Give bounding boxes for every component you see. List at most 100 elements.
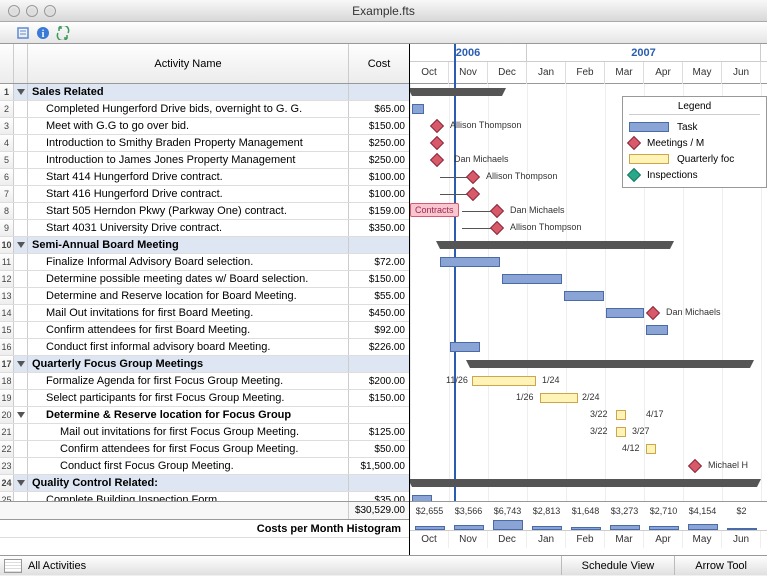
milestone-diamond[interactable]: [688, 459, 702, 473]
month-cell[interactable]: Feb: [566, 62, 605, 84]
table-row[interactable]: 9Start 4031 University Drive contract.$3…: [0, 220, 409, 237]
table-row[interactable]: 8Start 505 Herndon Pkwy (Parkway One) co…: [0, 203, 409, 220]
toolbar-info-button[interactable]: i: [34, 25, 52, 41]
month-cell[interactable]: Jan: [527, 62, 566, 84]
table-row[interactable]: 12Determine possible meeting dates w/ Bo…: [0, 271, 409, 288]
milestone-diamond[interactable]: [490, 204, 504, 218]
table-row[interactable]: 24Quality Control Related:: [0, 475, 409, 492]
table-row[interactable]: 19Select participants for first Focus Gr…: [0, 390, 409, 407]
table-row[interactable]: 16Conduct first informal advisory board …: [0, 339, 409, 356]
toolbar-button-1[interactable]: [14, 25, 32, 41]
task-bar[interactable]: [440, 257, 500, 267]
table-row[interactable]: 11Finalize Informal Advisory Board selec…: [0, 254, 409, 271]
task-bar[interactable]: [502, 274, 562, 284]
table-row[interactable]: 2Completed Hungerford Drive bids, overni…: [0, 101, 409, 118]
task-bar[interactable]: [564, 291, 604, 301]
summary-bar[interactable]: [412, 88, 502, 96]
month-cell[interactable]: Apr: [644, 62, 683, 84]
task-bar[interactable]: [606, 308, 644, 318]
table-row[interactable]: 10Semi-Annual Board Meeting: [0, 237, 409, 254]
activity-cost: $35.00: [349, 492, 409, 501]
month-cell[interactable]: Jun: [722, 62, 761, 84]
focus-bar[interactable]: [616, 410, 626, 420]
col-header-rownum[interactable]: [0, 44, 14, 83]
col-header-cost[interactable]: Cost: [349, 44, 409, 83]
month-cell[interactable]: Oct: [410, 62, 449, 84]
milestone-diamond[interactable]: [646, 306, 660, 320]
table-row[interactable]: 1Sales Related: [0, 84, 409, 101]
table-row[interactable]: 20Determine & Reserve location for Focus…: [0, 407, 409, 424]
table-row[interactable]: 4Introduction to Smithy Braden Property …: [0, 135, 409, 152]
expand-toggle[interactable]: [14, 356, 28, 372]
histogram-months: OctNovDecJanFebMarAprMayJun: [410, 530, 767, 548]
task-bar[interactable]: [412, 104, 424, 114]
status-filter[interactable]: All Activities: [22, 560, 86, 572]
activity-cost: $450.00: [349, 305, 409, 321]
milestone-diamond[interactable]: [490, 221, 504, 235]
focus-bar[interactable]: [540, 393, 578, 403]
expand-toggle[interactable]: [14, 407, 28, 423]
activity-cost: $150.00: [349, 118, 409, 134]
gantt-chart[interactable]: Legend Task Meetings / M Quarterly foc I…: [410, 84, 767, 501]
year-cell[interactable]: 2007: [527, 44, 761, 61]
summary-bar[interactable]: [440, 241, 670, 249]
histogram-bar[interactable]: [454, 525, 484, 530]
date-label: 4/12: [622, 443, 640, 453]
milestone-diamond[interactable]: [466, 170, 480, 184]
histogram-bar[interactable]: [649, 526, 679, 530]
table-row[interactable]: 17Quarterly Focus Group Meetings: [0, 356, 409, 373]
histogram-bar[interactable]: [493, 520, 523, 530]
row-number: 6: [0, 169, 14, 185]
status-view[interactable]: Schedule View: [561, 556, 675, 575]
table-row[interactable]: 22Confirm attendees for first Focus Grou…: [0, 441, 409, 458]
histogram-bar[interactable]: [571, 527, 601, 530]
focus-bar[interactable]: [646, 444, 656, 454]
month-cell[interactable]: May: [683, 62, 722, 84]
histogram-value: $2,813: [527, 502, 566, 520]
table-row[interactable]: 5Introduction to James Jones Property Ma…: [0, 152, 409, 169]
table-row[interactable]: 7Start 416 Hungerford Drive contract.$10…: [0, 186, 409, 203]
task-bar[interactable]: [450, 342, 480, 352]
histogram-bar[interactable]: [415, 526, 445, 530]
histogram-bar[interactable]: [727, 528, 757, 530]
task-bar[interactable]: [646, 325, 668, 335]
row-number: 7: [0, 186, 14, 202]
milestone-diamond[interactable]: [430, 119, 444, 133]
table-row[interactable]: 15Confirm attendees for first Board Meet…: [0, 322, 409, 339]
summary-bar[interactable]: [412, 479, 757, 487]
histogram-bar[interactable]: [532, 526, 562, 530]
col-header-expand[interactable]: [14, 44, 28, 83]
table-row[interactable]: 18Formalize Agenda for first Focus Group…: [0, 373, 409, 390]
year-cell[interactable]: 2006: [410, 44, 527, 61]
activity-cost: $350.00: [349, 220, 409, 236]
table-row[interactable]: 25Complete Building Inspection Form.$35.…: [0, 492, 409, 501]
month-cell[interactable]: Mar: [605, 62, 644, 84]
table-row[interactable]: 6Start 414 Hungerford Drive contract.$10…: [0, 169, 409, 186]
table-row[interactable]: 21Mail out invitations for first Focus G…: [0, 424, 409, 441]
table-row[interactable]: 14Mail Out invitations for first Board M…: [0, 305, 409, 322]
milestone-diamond[interactable]: [430, 153, 444, 167]
table-row[interactable]: 23Conduct first Focus Group Meeting.$1,5…: [0, 458, 409, 475]
histogram-bar[interactable]: [688, 524, 718, 530]
table-row[interactable]: 3Meet with G.G to go over bid.$150.00: [0, 118, 409, 135]
histogram-bar[interactable]: [610, 525, 640, 530]
row-number: 12: [0, 271, 14, 287]
focus-bar[interactable]: [616, 427, 626, 437]
milestone-diamond[interactable]: [466, 187, 480, 201]
row-number: 21: [0, 424, 14, 440]
contracts-badge[interactable]: Contracts: [410, 203, 459, 217]
summary-bar[interactable]: [470, 360, 750, 368]
status-tool[interactable]: Arrow Tool: [674, 556, 767, 575]
date-label: 3/22: [590, 426, 608, 436]
expand-toggle[interactable]: [14, 237, 28, 253]
col-header-activity[interactable]: Activity Name: [28, 44, 349, 83]
table-row[interactable]: 13Determine and Reserve location for Boa…: [0, 288, 409, 305]
expand-toggle[interactable]: [14, 475, 28, 491]
focus-bar[interactable]: [472, 376, 536, 386]
view-switcher-icon[interactable]: [4, 559, 22, 573]
gantt-pane: 20062007 OctNovDecJanFebMarAprMayJun Leg…: [410, 44, 767, 555]
month-cell[interactable]: Dec: [488, 62, 527, 84]
expand-toggle[interactable]: [14, 84, 28, 100]
toolbar-sync-button[interactable]: [54, 25, 72, 41]
milestone-diamond[interactable]: [430, 136, 444, 150]
